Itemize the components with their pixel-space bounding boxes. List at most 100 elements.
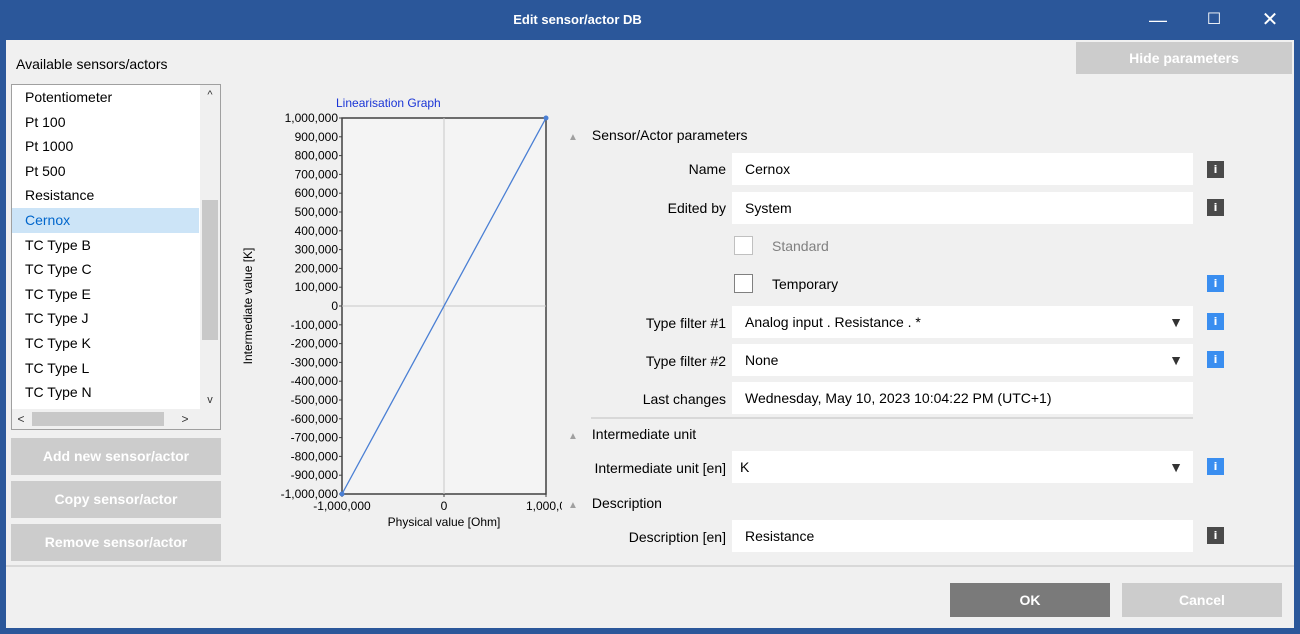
info-icon[interactable]: i	[1207, 527, 1224, 544]
y-tick-label: -500,000	[291, 393, 339, 407]
y-tick-label: -300,000	[291, 355, 339, 369]
y-tick-label: 200,000	[295, 261, 339, 275]
x-tick-label: 0	[441, 499, 448, 513]
remove-sensor-button[interactable]: Remove sensor/actor	[11, 524, 221, 561]
x-tick-label: 1,000,0	[526, 499, 562, 513]
section-sensor-title: Sensor/Actor parameters	[591, 127, 748, 143]
info-icon[interactable]: i	[1207, 351, 1224, 368]
chevron-down-icon[interactable]: ▼	[1169, 451, 1183, 483]
x-axis-label: Physical value [Ohm]	[388, 515, 501, 529]
standard-checkbox[interactable]	[734, 236, 753, 255]
y-tick-label: -700,000	[291, 431, 339, 445]
info-icon[interactable]: i	[1207, 199, 1224, 216]
y-tick-label: 0	[331, 299, 338, 313]
y-tick-label: -900,000	[291, 468, 339, 482]
collapse-icon[interactable]: ▲	[568, 500, 578, 511]
y-tick-label: -200,000	[291, 337, 339, 351]
section-intermediate-unit[interactable]: ▲ Intermediate unit	[568, 426, 696, 442]
info-icon[interactable]: i	[1207, 313, 1224, 330]
sensor-list-item[interactable]: Potentiometer	[12, 85, 199, 110]
last-changes-field[interactable]: Wednesday, May 10, 2023 10:04:22 PM (UTC…	[732, 382, 1193, 414]
horizontal-scroll-thumb[interactable]	[32, 412, 164, 426]
scroll-right-icon[interactable]: >	[176, 409, 194, 429]
y-tick-label: 100,000	[295, 280, 339, 294]
type-filter2-label: Type filter #2	[645, 353, 726, 369]
sensor-list-item[interactable]: TC Type E	[12, 282, 199, 307]
y-tick-label: -100,000	[291, 318, 339, 332]
y-tick-label: 300,000	[295, 243, 339, 257]
sensor-list-item[interactable]: TC Type K	[12, 331, 199, 356]
y-tick-label: 900,000	[295, 130, 339, 144]
section-description[interactable]: ▲ Description	[568, 495, 662, 511]
info-icon[interactable]: i	[1207, 275, 1224, 292]
type-filter2-value: None	[745, 352, 779, 368]
sensor-list-item[interactable]: Cernox	[12, 207, 199, 233]
sensor-list-item[interactable]: TC Type N	[12, 380, 199, 405]
x-tick-label: -1,000,000	[313, 499, 371, 513]
y-tick-label: -400,000	[291, 374, 339, 388]
title-bar: Edit sensor/actor DB — ☐ ✕	[0, 0, 1300, 40]
maximize-button[interactable]: ☐	[1187, 0, 1241, 40]
minimize-button[interactable]: —	[1131, 0, 1185, 40]
info-icon[interactable]: i	[1207, 458, 1224, 475]
ok-button[interactable]: OK	[950, 583, 1110, 617]
sensor-list[interactable]: Potentiometer Pt 100 Pt 1000 Pt 500 Resistan…	[11, 84, 221, 430]
temporary-label: Temporary	[772, 276, 839, 292]
chevron-down-icon[interactable]: ▼	[1169, 306, 1183, 338]
sensor-list-item[interactable]: TC Type J	[12, 306, 199, 331]
add-sensor-button[interactable]: Add new sensor/actor	[11, 438, 221, 475]
info-icon[interactable]: i	[1207, 161, 1224, 178]
sensor-list-item[interactable]: TC Type B	[12, 233, 199, 258]
data-point	[543, 115, 549, 121]
sensor-list-item[interactable]: Pt 100	[12, 110, 199, 135]
type-filter2-select[interactable]: None ▼	[732, 344, 1193, 376]
y-tick-label: 1,000,000	[285, 111, 339, 125]
y-tick-label: 700,000	[295, 167, 339, 181]
horizontal-scrollbar[interactable]: < >	[12, 409, 220, 429]
type-filter1-value: Analog input . Resistance . *	[745, 314, 921, 330]
sensor-list-items: Potentiometer Pt 100 Pt 1000 Pt 500 Resistan…	[12, 85, 199, 405]
section-divider	[591, 417, 1193, 419]
linearisation-chart: 1,000,000900,000800,000700,000600,000500…	[241, 111, 562, 529]
description-field[interactable]: Resistance	[732, 520, 1193, 552]
available-sensors-label: Available sensors/actors	[16, 56, 168, 72]
y-tick-label: -600,000	[291, 412, 339, 426]
collapse-icon[interactable]: ▲	[568, 132, 578, 143]
cancel-button[interactable]: Cancel	[1122, 583, 1282, 617]
type-filter1-label: Type filter #1	[645, 315, 726, 331]
copy-sensor-button[interactable]: Copy sensor/actor	[11, 481, 221, 518]
section-sensor-parameters[interactable]: ▲ Sensor/Actor parameters	[568, 127, 748, 143]
sensor-list-item[interactable]: Pt 500	[12, 159, 199, 184]
description-label: Description [en]	[628, 529, 726, 545]
section-intermediate-title: Intermediate unit	[591, 426, 697, 442]
sensor-list-item[interactable]: Pt 1000	[12, 134, 199, 159]
sensor-list-item[interactable]: TC Type L	[12, 356, 199, 381]
chevron-down-icon[interactable]: ▼	[1169, 344, 1183, 376]
vertical-scroll-thumb[interactable]	[202, 200, 218, 340]
hide-parameters-button[interactable]: Hide parameters	[1076, 42, 1292, 74]
type-filter1-select[interactable]: Analog input . Resistance . * ▼	[732, 306, 1193, 338]
last-changes-label: Last changes	[642, 391, 726, 407]
scroll-down-icon[interactable]: v	[200, 390, 220, 410]
name-label: Name	[688, 161, 726, 177]
scroll-up-icon[interactable]: ^	[200, 85, 220, 105]
y-tick-label: -800,000	[291, 449, 339, 463]
sensor-list-item[interactable]: TC Type C	[12, 257, 199, 282]
vertical-scrollbar[interactable]: ^ v	[200, 85, 220, 410]
y-tick-label: 500,000	[295, 205, 339, 219]
section-description-title: Description	[591, 495, 662, 511]
y-tick-label: 800,000	[295, 149, 339, 163]
collapse-icon[interactable]: ▲	[568, 431, 578, 442]
y-tick-label: 600,000	[295, 186, 339, 200]
scroll-left-icon[interactable]: <	[12, 409, 30, 429]
close-button[interactable]: ✕	[1243, 0, 1297, 40]
data-point	[339, 491, 345, 497]
temporary-checkbox[interactable]	[734, 274, 753, 293]
sensor-list-item[interactable]: Resistance	[12, 183, 199, 208]
intermediate-unit-label: Intermediate unit [en]	[594, 460, 726, 476]
edited-by-label: Edited by	[667, 200, 726, 216]
name-field[interactable]: Cernox	[732, 153, 1193, 185]
intermediate-unit-select[interactable]: K ▼	[732, 451, 1193, 483]
dialog-client: Available sensors/actors Hide parameters…	[6, 40, 1294, 628]
edited-by-field[interactable]: System	[732, 192, 1193, 224]
